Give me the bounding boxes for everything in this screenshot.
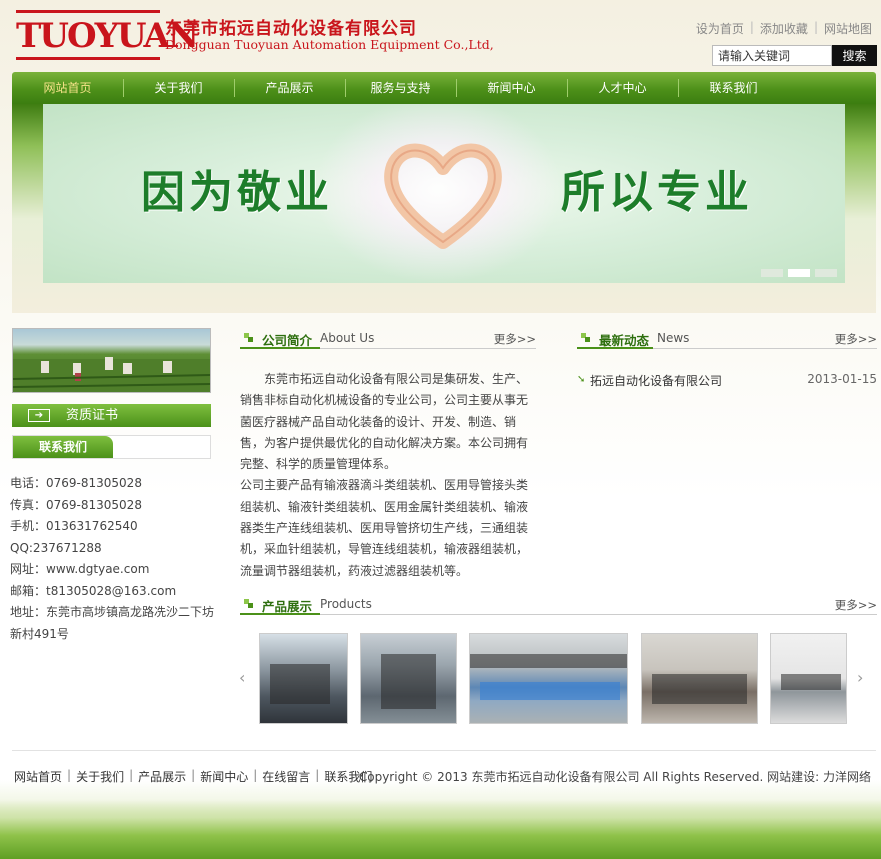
contact-info: 电话：0769-81305028 传真：0769-81305028 手机：013… [10,473,215,645]
nav-item-service[interactable]: 服务与支持 [345,72,456,104]
contact-mobile: 手机：013631762540 QQ:237671288 [10,519,138,555]
certificates-link[interactable]: ➔ 资质证书 [12,404,211,427]
footer-link-home[interactable]: 网站首页 [14,768,62,785]
banner-slogan-right: 所以专业 [561,167,753,218]
news-header: 最新动态 News 更多>> [577,327,877,349]
news-item-date: 2013-01-15 [807,372,877,386]
search-button[interactable]: 搜索 [832,45,877,66]
products-title-en: Products [320,597,372,611]
about-paragraph-2: 公司主要产品有输液器滴斗类组装机、医用导管接头类组装机、输液针类组装机、医用金属… [240,478,529,578]
products-more-link[interactable]: 更多>> [835,597,877,613]
banner-slogan-left: 因为敬业 [141,167,333,218]
contact-phone: 电话：0769-81305028 [10,476,142,490]
arrow-bullet-icon: ➘ [577,374,586,385]
square-bullet-icon [581,333,590,342]
product-image[interactable] [641,633,758,724]
product-image[interactable] [360,633,457,724]
search-bar: 搜索 [712,45,877,66]
top-links: 设为首页 | 添加收藏 | 网站地图 [696,20,872,37]
banner-pager [761,269,837,277]
contact-tab-bar: 联系我们 [12,435,211,459]
products-title: 产品展示 [262,599,313,614]
products-header: 产品展示 Products 更多>> [240,593,877,615]
arrow-right-icon: ➔ [28,409,50,422]
main-nav: 网站首页 关于我们 产品展示 服务与支持 新闻中心 人才中心 联系我们 [12,72,876,104]
machine-shape [781,674,841,690]
certificates-label: 资质证书 [66,408,119,423]
separator: | [191,768,196,782]
product-image[interactable] [469,633,628,724]
separator: | [813,20,818,34]
set-homepage-link[interactable]: 设为首页 [696,20,744,37]
chevron-left-icon[interactable]: ‹ [239,668,245,687]
product-image[interactable] [770,633,847,724]
about-paragraph-1: 东莞市拓远自动化设备有限公司是集研发、生产、销售非标自动化机械设备的专业公司，公… [240,372,529,472]
separator: | [253,768,258,782]
hero-banner[interactable]: 因为敬业 所以专业 [43,104,845,283]
sitemap-link[interactable]: 网站地图 [824,20,872,37]
square-bullet-icon [244,333,253,342]
grass-decoration [0,800,881,859]
about-title-en: About Us [320,331,375,345]
footer-divider [12,750,876,751]
nav-item-talent[interactable]: 人才中心 [567,72,678,104]
machine-shape [381,654,436,709]
news-item-title[interactable]: 拓远自动化设备有限公司 [590,372,722,389]
about-more-link[interactable]: 更多>> [494,331,536,347]
search-input[interactable] [712,45,832,66]
nav-item-contact[interactable]: 联系我们 [678,72,789,104]
separator: | [67,768,72,782]
contact-email: 邮箱：t81305028@163.com [10,583,177,598]
footer-link-products[interactable]: 产品展示 [138,768,186,785]
news-more-link[interactable]: 更多>> [835,331,877,347]
about-title: 公司简介 [262,333,313,348]
banner-dot-active[interactable] [788,269,810,277]
about-text: 东莞市拓远自动化设备有限公司是集研发、生产、销售非标自动化机械设备的专业公司，公… [240,369,536,582]
field-workers-illustration [13,357,210,392]
chevron-right-icon[interactable]: › [857,668,863,687]
machine-shape [480,682,620,700]
farm-field-image [12,328,211,393]
banner-dot[interactable] [815,269,837,277]
news-title-en: News [657,331,690,345]
machine-shape [470,654,627,668]
contact-tab[interactable]: 联系我们 [13,436,113,458]
heart-hands-image [384,143,502,249]
add-favorite-link[interactable]: 添加收藏 [760,20,808,37]
copyright-text: Copyright © 2013 东莞市拓远自动化设备有限公司 All Righ… [358,770,871,784]
nav-item-news[interactable]: 新闻中心 [456,72,567,104]
contact-website: 网址：www.dgtyae.com [10,562,150,576]
separator: | [749,20,754,34]
logo-text: TUOYUAN [16,16,199,56]
company-logo[interactable]: TUOYUAN [16,10,199,60]
machine-shape [270,664,330,704]
nav-item-products[interactable]: 产品展示 [234,72,345,104]
machine-shape [652,674,747,704]
nav-item-home[interactable]: 网站首页 [12,72,123,104]
company-name-en: Dongguan Tuoyuan Automation Equipment Co… [165,37,494,52]
contact-fax: 传真：0769-81305028 [10,497,142,512]
footer-link-about[interactable]: 关于我们 [76,768,124,785]
nav-item-about[interactable]: 关于我们 [123,72,234,104]
footer-link-message[interactable]: 在线留言 [262,768,310,785]
company-name-cn: 东莞市拓远自动化设备有限公司 [165,19,417,39]
product-image[interactable] [259,633,348,724]
news-title: 最新动态 [599,333,650,348]
banner-dot[interactable] [761,269,783,277]
separator: | [315,768,320,782]
footer-links: 网站首页 | 关于我们 | 产品展示 | 新闻中心 | 在线留言 | 联系我们 [14,768,372,785]
square-bullet-icon [244,599,253,608]
footer-link-news[interactable]: 新闻中心 [200,768,248,785]
about-header: 公司简介 About Us 更多>> [240,327,536,349]
separator: | [129,768,134,782]
contact-address: 地址：东莞市高埗镇高龙路冼沙二下坊新村491号 [10,605,215,641]
